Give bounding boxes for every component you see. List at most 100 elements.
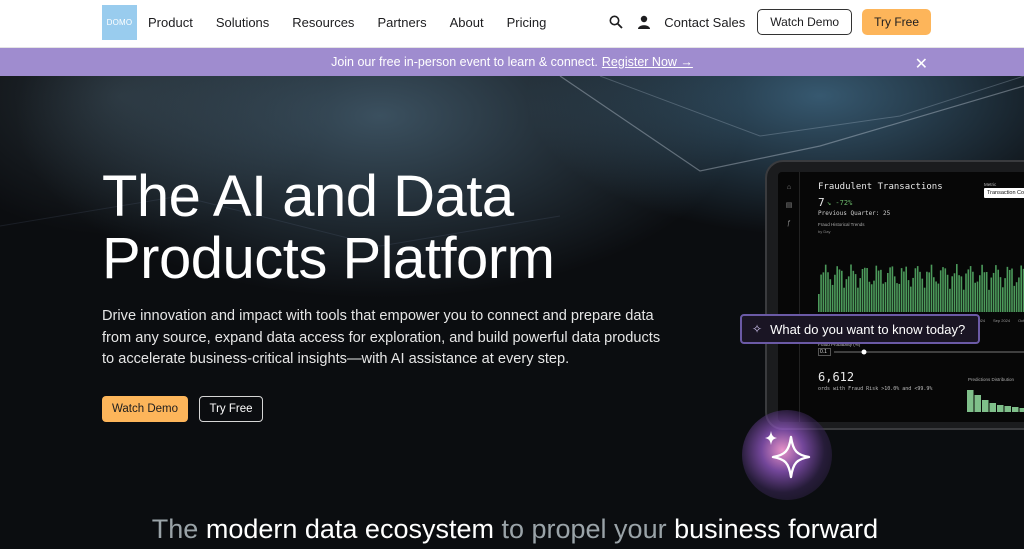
nav-item-partners[interactable]: Partners xyxy=(377,15,426,30)
distribution-bar xyxy=(989,403,996,412)
distribution-bar xyxy=(1004,406,1011,412)
trend-bar xyxy=(873,280,875,312)
trend-bar xyxy=(958,275,960,312)
trend-bar xyxy=(942,267,944,312)
distribution-bar xyxy=(1019,408,1024,412)
trend-bar xyxy=(861,269,864,312)
trend-bar xyxy=(1002,287,1004,312)
try-free-button[interactable]: Try Free xyxy=(862,9,931,35)
trend-bar xyxy=(891,266,894,312)
trend-bar xyxy=(960,276,963,312)
heading-part-4: business forward xyxy=(666,514,879,544)
trend-bar xyxy=(923,287,926,312)
watch-demo-button[interactable]: Watch Demo xyxy=(757,9,853,35)
trend-bar xyxy=(907,280,910,312)
heading-part-1: The xyxy=(151,514,199,544)
contact-sales-link[interactable]: Contact Sales xyxy=(664,15,745,30)
trend-bar xyxy=(937,283,940,312)
user-icon[interactable] xyxy=(634,12,654,32)
trend-bar xyxy=(875,265,878,312)
trend-bar xyxy=(999,277,1002,312)
trend-bar xyxy=(841,270,843,312)
metric-label: Metric xyxy=(984,182,997,187)
heading-part-3: to propel your xyxy=(493,514,667,544)
trend-bar xyxy=(836,266,838,312)
probability-input[interactable]: 0.1 xyxy=(818,348,831,356)
trend-bar xyxy=(928,272,930,312)
trend-bar xyxy=(981,264,983,312)
event-banner: Join our free in-person event to learn &… xyxy=(0,48,1024,76)
hero-watch-demo-button[interactable]: Watch Demo xyxy=(102,396,188,422)
trend-bar xyxy=(967,269,970,312)
distribution-bar xyxy=(997,405,1004,412)
trend-bar xyxy=(1008,269,1011,312)
trend-bar xyxy=(935,281,937,312)
trend-bar xyxy=(820,274,822,312)
trend-bar xyxy=(910,286,912,312)
nav-item-pricing[interactable]: Pricing xyxy=(507,15,547,30)
trend-bar xyxy=(956,264,958,312)
trend-bar xyxy=(916,266,919,312)
nav-item-resources[interactable]: Resources xyxy=(292,15,354,30)
trend-bar xyxy=(818,294,820,312)
data-icon: ▤ xyxy=(785,202,793,209)
trend-bar xyxy=(852,270,855,312)
trend-bar xyxy=(946,274,949,312)
formula-icon: ƒ xyxy=(787,219,791,227)
trend-bar xyxy=(1018,277,1020,312)
hero-try-free-button[interactable]: Try Free xyxy=(199,396,263,422)
trend-bar xyxy=(882,283,884,312)
trend-month-label: Sep 2024 xyxy=(993,318,1011,323)
record-count-description: ords with Fraud Risk >10.0% and <99.9% xyxy=(818,386,933,392)
trend-bar xyxy=(949,288,951,312)
trend-bar xyxy=(898,283,901,312)
trend-bar xyxy=(864,267,866,312)
trend-bar xyxy=(951,276,953,312)
trend-bar xyxy=(914,268,917,312)
chart-title: Fraud Historical Trends xyxy=(818,222,865,227)
trend-bar xyxy=(976,281,979,312)
dashboard-screen: ⌂ ▤ ƒ Fraudulent Transactions 7 ↘ -72% P… xyxy=(778,172,1024,422)
dashboard-title: Fraudulent Transactions xyxy=(818,182,943,192)
trend-bar xyxy=(933,277,935,312)
trend-bar xyxy=(1015,282,1018,312)
metric-select[interactable]: Transaction Cou xyxy=(984,188,1024,198)
ecosystem-heading: The modern data ecosystem to propel your… xyxy=(0,514,1024,545)
dashboard-delta: ↘ -72% xyxy=(827,199,853,207)
trend-bar xyxy=(900,268,903,312)
trend-bar xyxy=(847,276,850,312)
trend-bar xyxy=(912,277,914,312)
nav-item-about[interactable]: About xyxy=(450,15,484,30)
nav-item-solutions[interactable]: Solutions xyxy=(216,15,269,30)
register-now-link[interactable]: Register Now → xyxy=(602,55,693,69)
trend-bar xyxy=(974,282,976,312)
ai-prompt-box[interactable]: ✧ What do you want to know today? xyxy=(740,314,980,344)
close-icon[interactable]: ✕ xyxy=(915,54,928,74)
trend-bar xyxy=(889,267,891,312)
trend-bar xyxy=(880,269,882,312)
probability-slider[interactable] xyxy=(834,348,1024,356)
trend-bar xyxy=(859,278,861,312)
sparkle-icon: ✧ xyxy=(752,322,763,336)
domo-logo[interactable]: DOMO xyxy=(102,5,137,40)
trend-bar xyxy=(995,265,997,312)
search-icon[interactable] xyxy=(606,12,626,32)
ai-sparkle-icon[interactable] xyxy=(742,410,832,500)
distribution-bar xyxy=(982,400,989,412)
dashboard-value: 7 xyxy=(818,196,825,209)
trend-bar xyxy=(979,275,981,312)
trend-bar xyxy=(990,277,993,312)
trend-bar xyxy=(919,271,921,312)
trend-bar xyxy=(845,279,848,312)
trend-bar xyxy=(962,289,965,312)
trend-bar xyxy=(834,274,836,312)
trend-bar xyxy=(921,278,924,312)
hero-title-line2: Products Platform xyxy=(102,226,555,291)
trend-bar xyxy=(870,284,873,312)
nav-item-product[interactable]: Product xyxy=(148,15,193,30)
hero-title: The AI and Data Products Platform xyxy=(102,166,662,290)
distribution-bar xyxy=(967,390,974,412)
trend-bar xyxy=(893,276,896,312)
trend-bar xyxy=(997,269,999,312)
trend-bar xyxy=(824,264,827,312)
